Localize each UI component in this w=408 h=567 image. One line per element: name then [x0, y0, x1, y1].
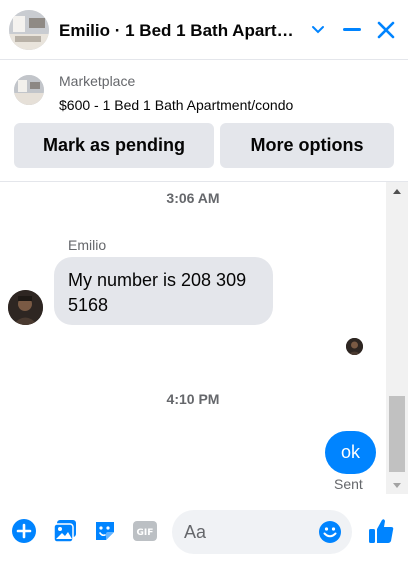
message-status: Sent — [334, 476, 363, 492]
mark-as-pending-button[interactable]: Mark as pending — [14, 123, 214, 168]
chat-header: Emilio · 1 Bed 1 Bath Apartment/condo — [0, 0, 408, 60]
message-list[interactable]: 3:06 AM Emilio My number is 208 309 5168… — [0, 182, 386, 494]
timestamp: 3:06 AM — [166, 190, 220, 206]
svg-text:GIF: GIF — [137, 528, 154, 538]
close-icon[interactable] — [372, 16, 400, 44]
listing-thumbnail[interactable] — [14, 75, 44, 105]
scrollbar-thumb[interactable] — [389, 396, 405, 472]
message-input[interactable] — [184, 510, 314, 554]
scroll-up-arrow-icon[interactable] — [386, 182, 408, 200]
sender-avatar[interactable] — [8, 290, 43, 325]
chevron-down-icon[interactable] — [304, 16, 332, 44]
more-options-button[interactable]: More options — [220, 123, 394, 168]
sticker-icon[interactable] — [91, 517, 119, 545]
header-avatar[interactable] — [9, 10, 49, 50]
marketplace-label: Marketplace — [59, 73, 136, 89]
gif-icon[interactable]: GIF — [131, 517, 159, 545]
seen-indicator-avatar — [346, 338, 363, 355]
marketplace-banner: Marketplace $600 - 1 Bed 1 Bath Apartmen… — [0, 61, 408, 182]
scrollbar[interactable] — [386, 182, 408, 494]
message-composer: GIF — [0, 494, 408, 567]
message-input-container[interactable] — [172, 510, 352, 554]
incoming-message-bubble[interactable]: My number is 208 309 5168 — [54, 257, 273, 325]
plus-icon[interactable] — [10, 517, 38, 545]
photo-icon[interactable] — [51, 517, 79, 545]
conversation-title[interactable]: Emilio · 1 Bed 1 Bath Apartment/condo — [59, 21, 301, 41]
thumbs-up-icon[interactable] — [366, 516, 396, 546]
listing-title[interactable]: $600 - 1 Bed 1 Bath Apartment/condo — [59, 97, 293, 113]
minimize-icon[interactable] — [338, 16, 366, 44]
scroll-down-arrow-icon[interactable] — [386, 476, 408, 494]
timestamp: 4:10 PM — [166, 391, 220, 407]
sender-name: Emilio — [68, 237, 107, 253]
outgoing-message-bubble[interactable]: ok — [325, 431, 376, 474]
emoji-icon[interactable] — [317, 519, 343, 545]
